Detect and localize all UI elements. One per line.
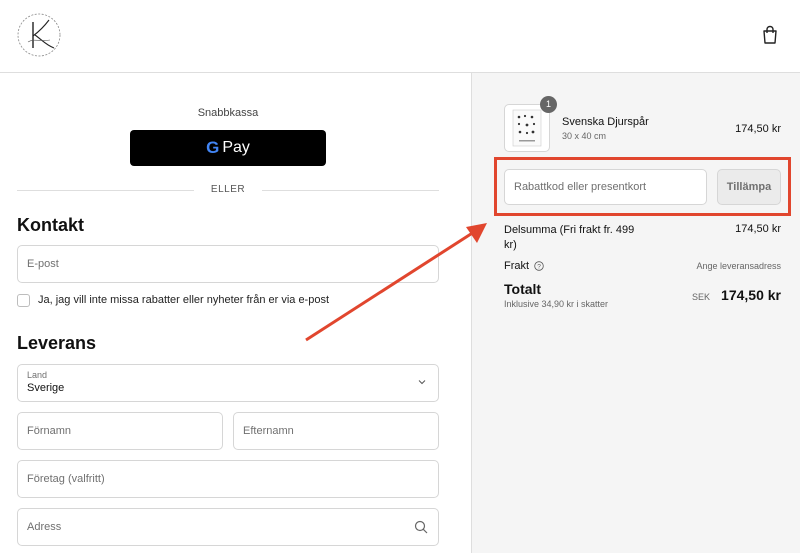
discount-placeholder: Rabattkod eller presentkort [514, 181, 647, 193]
divider-text: ELLER [210, 184, 246, 195]
address-placeholder: Adress [27, 521, 62, 533]
product-name: Svenska Djurspår [562, 116, 649, 128]
marketing-optout-label: Ja, jag vill inte missa rabatter eller n… [38, 294, 330, 306]
tax-note: Inklusive 34,90 kr i skatter [504, 299, 609, 309]
header-bar [0, 0, 800, 73]
marketing-optout-checkbox[interactable] [17, 294, 30, 307]
delivery-heading: Leverans [17, 333, 97, 353]
google-pay-button[interactable]: G Pay [130, 130, 326, 166]
order-summary-panel: 1 Svenska Djurspår 30 x 40 cm 174,50 kr … [471, 73, 800, 553]
divider-line-left [17, 190, 194, 191]
apply-discount-button[interactable]: Tillämpa [717, 169, 781, 205]
last-name-field[interactable]: Efternamn [233, 412, 439, 450]
chevron-down-icon [418, 380, 426, 385]
email-field[interactable]: E-post [17, 245, 439, 283]
store-logo-icon[interactable] [16, 12, 62, 58]
express-checkout-label: Snabbkassa [197, 107, 259, 119]
total-value: 174,50 kr [721, 287, 781, 303]
country-select[interactable]: Land Sverige [17, 364, 439, 402]
currency-code: SEK [692, 292, 711, 302]
google-g-icon: G [206, 138, 220, 157]
checkout-form-panel: Snabbkassa G Pay ELLER Kontakt E-post Ja… [0, 73, 471, 553]
discount-code-input[interactable]: Rabattkod eller presentkort [504, 169, 707, 205]
quantity-badge: 1 [540, 96, 557, 113]
first-name-field[interactable]: Förnamn [17, 412, 223, 450]
country-value: Sverige [27, 382, 65, 394]
company-field[interactable]: Företag (valfritt) [17, 460, 439, 498]
search-icon [414, 520, 428, 534]
help-circle-icon[interactable]: ? [534, 261, 544, 271]
email-placeholder: E-post [27, 258, 59, 270]
contact-heading: Kontakt [17, 215, 84, 235]
country-label: Land [27, 370, 48, 380]
subtotal-value: 174,50 kr [735, 223, 781, 235]
first-name-placeholder: Förnamn [27, 425, 72, 437]
shipping-label: Frakt [504, 260, 530, 272]
address-field[interactable]: Adress [17, 508, 439, 546]
divider-line-right [262, 190, 439, 191]
product-variant: 30 x 40 cm [562, 131, 607, 141]
shopping-bag-icon[interactable] [760, 24, 780, 46]
shipping-row: Frakt ? [504, 260, 544, 272]
subtotal-label: Delsumma (Fri frakt fr. 499 kr) [504, 224, 635, 251]
product-price: 174,50 kr [735, 123, 781, 135]
company-placeholder: Företag (valfritt) [27, 473, 105, 485]
last-name-placeholder: Efternamn [243, 425, 294, 437]
google-pay-label: Pay [222, 139, 250, 156]
shipping-value: Ange leveransadress [696, 261, 781, 271]
svg-text:?: ? [537, 263, 541, 270]
total-label: Totalt [504, 281, 542, 297]
